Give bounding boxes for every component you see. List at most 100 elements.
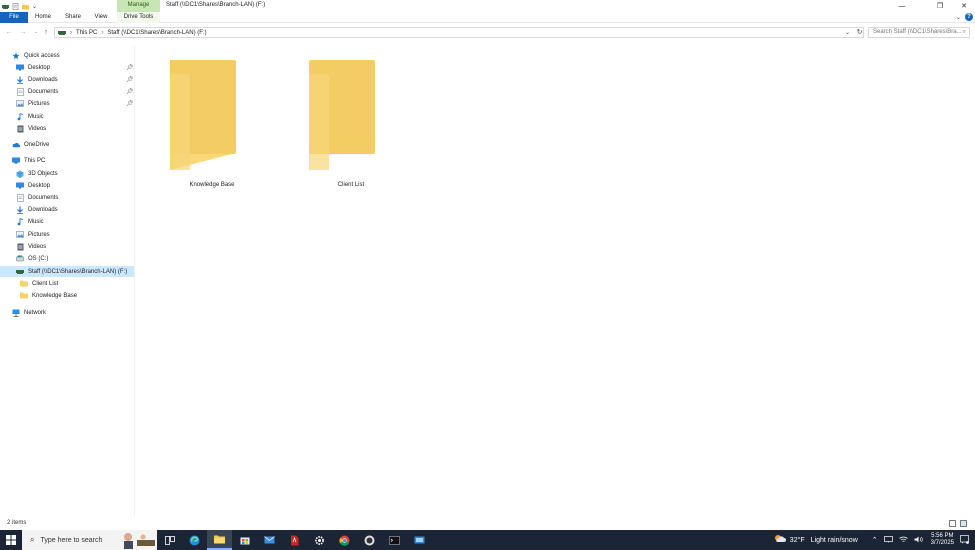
breadcrumb-staff-drive[interactable]: Staff (\\DC1\Shares\Branch-LAN) (F:) xyxy=(107,30,206,36)
back-button[interactable]: ← xyxy=(4,27,14,38)
large-folder-icon xyxy=(309,60,375,170)
folder-label: Knowledge Base xyxy=(189,182,235,188)
recent-locations-chevron-icon[interactable]: ⌄ xyxy=(31,27,41,38)
start-button[interactable] xyxy=(0,530,22,550)
download-icon xyxy=(16,206,24,214)
taskbar-edge[interactable] xyxy=(182,530,207,550)
nav-quick-pictures[interactable]: Pictures xyxy=(16,98,50,109)
pin-icon[interactable]: 📌︎ xyxy=(126,100,134,107)
tab-file[interactable]: File xyxy=(0,12,28,23)
nav-pc-os-drive[interactable]: OS (C:) xyxy=(16,253,48,264)
documents-icon xyxy=(16,193,24,202)
star-icon xyxy=(12,52,20,60)
close-icon: ✕ xyxy=(961,3,967,10)
nav-pc-music[interactable]: Music xyxy=(16,216,44,227)
pin-icon[interactable]: 📌︎ xyxy=(126,88,134,95)
refresh-button[interactable]: ↻ xyxy=(855,27,864,38)
folder-item-knowledge-base[interactable]: Knowledge Base xyxy=(162,52,262,188)
desktop-icon xyxy=(16,182,24,190)
nav-staff-network-drive[interactable]: Staff (\\DC1\Shares\Branch-LAN) (F:) xyxy=(0,266,134,277)
nav-label: OneDrive xyxy=(24,141,50,148)
nav-quick-access[interactable]: Quick access xyxy=(12,50,60,61)
address-row: ← → ⌄ ↑ › This PC › Staff (\\DC1\Shares\… xyxy=(0,25,975,40)
taskbar-mail[interactable] xyxy=(257,530,282,550)
nav-quick-videos[interactable]: Videos xyxy=(16,123,46,134)
large-icons-view-icon[interactable] xyxy=(960,520,967,527)
weather-temperature[interactable]: 32°F xyxy=(790,537,805,544)
nav-folder-knowledge-base[interactable]: Knowledge Base xyxy=(20,290,77,301)
nav-quick-music[interactable]: Music xyxy=(16,111,44,122)
nav-pc-downloads[interactable]: Downloads xyxy=(16,204,58,215)
new-folder-icon[interactable] xyxy=(22,3,29,10)
customize-toolbar-chevron-icon[interactable]: ⌄ xyxy=(32,3,37,10)
clock[interactable]: 5:56 PM 3/7/2025 xyxy=(931,533,954,547)
taskbar-remote-desktop[interactable] xyxy=(407,530,432,550)
nav-label: Music xyxy=(28,113,44,120)
nav-onedrive[interactable]: OneDrive xyxy=(12,139,49,150)
properties-icon[interactable] xyxy=(12,2,19,10)
nav-quick-desktop[interactable]: Desktop xyxy=(16,62,50,73)
up-button[interactable]: ↑ xyxy=(41,27,51,38)
network-status-icon[interactable] xyxy=(883,535,893,545)
notifications-icon[interactable] xyxy=(960,534,969,546)
address-history-chevron-icon[interactable]: ⌄ xyxy=(845,29,850,36)
nav-pc-3d-objects[interactable]: 3D Objects xyxy=(16,168,58,179)
details-view-icon[interactable] xyxy=(949,520,956,527)
taskbar-terminal[interactable] xyxy=(382,530,407,550)
wifi-icon[interactable] xyxy=(898,536,908,545)
volume-icon[interactable] xyxy=(914,536,923,545)
pin-icon[interactable]: 📌︎ xyxy=(126,64,134,71)
show-hidden-icons-chevron-icon[interactable]: ⌃ xyxy=(872,536,878,544)
nav-pc-videos[interactable]: Videos xyxy=(16,241,46,252)
nav-label: 3D Objects xyxy=(28,170,58,177)
taskbar-app-circle[interactable] xyxy=(357,530,382,550)
nav-label: Pictures xyxy=(28,231,50,238)
nav-this-pc[interactable]: This PC xyxy=(12,155,45,166)
tab-view[interactable]: View xyxy=(89,12,113,23)
nav-label: Quick access xyxy=(24,52,60,59)
ribbon-tabs: File Home Share View Drive Tools ⌄ ? xyxy=(0,12,975,23)
restore-button[interactable]: ❐ xyxy=(928,0,952,12)
folder-icon xyxy=(20,292,28,300)
restore-icon: ❐ xyxy=(936,3,944,10)
nav-quick-documents[interactable]: Documents xyxy=(16,86,58,97)
edge-icon xyxy=(189,535,200,545)
tab-drive-tools[interactable]: Drive Tools xyxy=(117,12,160,23)
nav-label: This PC xyxy=(24,157,46,164)
nav-quick-downloads[interactable]: Downloads xyxy=(16,74,58,85)
breadcrumb-separator: › xyxy=(70,29,72,36)
nav-label: OS (C:) xyxy=(28,255,49,262)
folder-label: Client List xyxy=(337,182,365,188)
minimize-button[interactable]: — xyxy=(890,0,914,12)
taskbar-app-red[interactable] xyxy=(282,530,307,550)
help-icon[interactable]: ? xyxy=(965,13,973,21)
nav-pc-pictures[interactable]: Pictures xyxy=(16,229,50,240)
taskbar-file-explorer[interactable] xyxy=(207,530,232,550)
taskbar-store[interactable] xyxy=(232,530,257,550)
close-button[interactable]: ✕ xyxy=(952,0,975,12)
nav-folder-client-list[interactable]: Client List xyxy=(20,278,58,289)
task-view-button[interactable] xyxy=(157,530,182,550)
breadcrumb-this-pc[interactable]: This PC xyxy=(76,30,97,36)
folder-item-client-list[interactable]: Client List xyxy=(301,52,401,188)
large-folder-icon xyxy=(170,60,236,170)
forward-button[interactable]: → xyxy=(18,27,28,38)
tab-share[interactable]: Share xyxy=(59,12,87,23)
nav-network[interactable]: Network xyxy=(12,307,46,318)
expand-ribbon-chevron-icon[interactable]: ⌄ xyxy=(956,14,961,21)
clock-time: 5:56 PM xyxy=(931,533,954,539)
weather-icon[interactable] xyxy=(774,534,786,546)
search-input[interactable]: Search Staff (\\DC1\Shares\Bra... ⌕ xyxy=(868,27,970,38)
tab-home[interactable]: Home xyxy=(30,12,56,23)
weather-description[interactable]: Light rain/snow xyxy=(811,537,858,544)
manage-tab[interactable]: Manage xyxy=(117,0,160,12)
taskbar-search-box[interactable]: ⌕ Type here to search xyxy=(22,530,157,550)
pin-icon[interactable]: 📌︎ xyxy=(126,76,134,83)
taskbar-chrome[interactable] xyxy=(332,530,357,550)
nav-pc-documents[interactable]: Documents xyxy=(16,192,58,203)
drive-icon[interactable] xyxy=(2,3,9,10)
taskbar-settings[interactable] xyxy=(307,530,332,550)
terminal-icon xyxy=(389,535,400,545)
address-bar[interactable]: › This PC › Staff (\\DC1\Shares\Branch-L… xyxy=(54,27,864,38)
nav-pc-desktop[interactable]: Desktop xyxy=(16,180,50,191)
